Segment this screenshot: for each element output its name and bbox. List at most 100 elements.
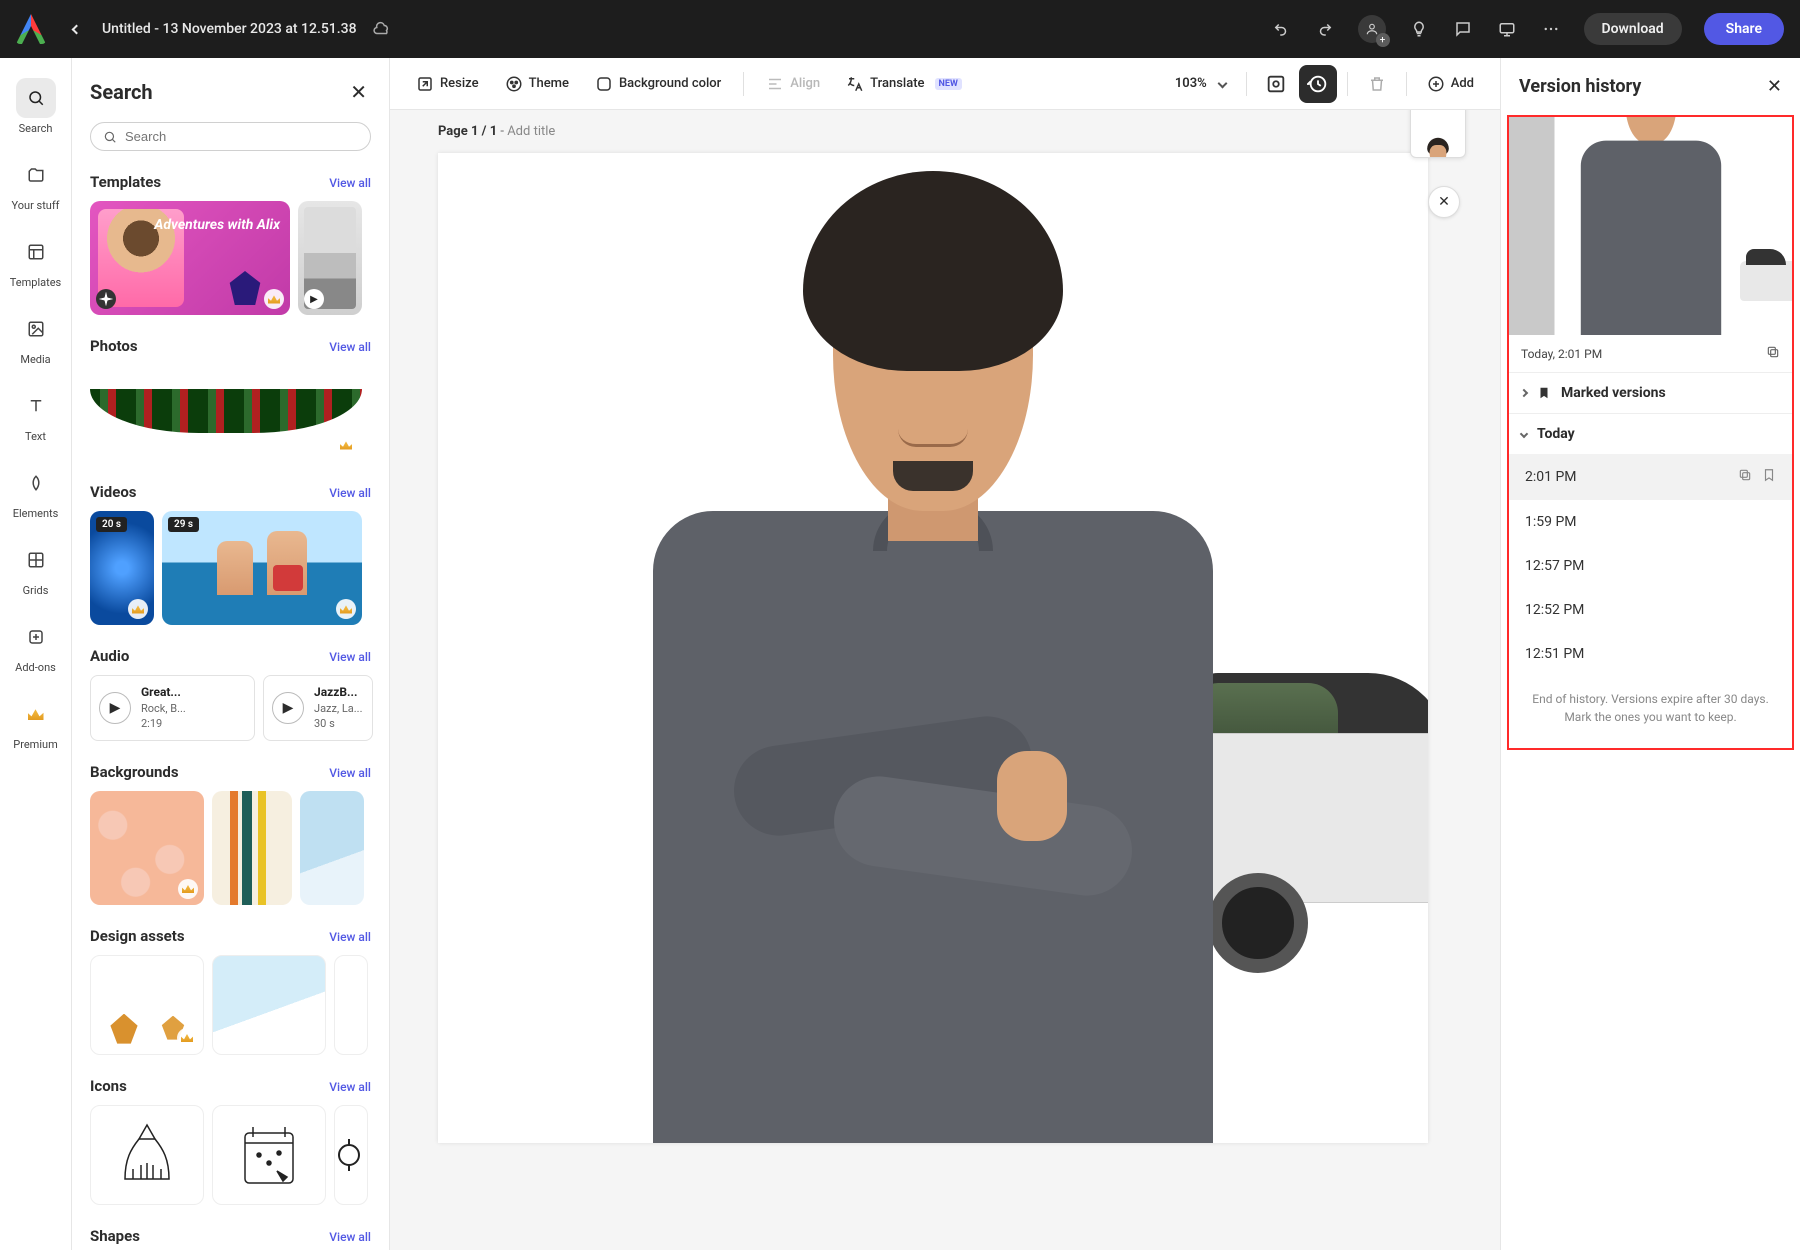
download-button[interactable]: Download — [1584, 13, 1682, 45]
version-item[interactable]: 12:57 PM — [1509, 544, 1792, 588]
copy-icon[interactable] — [1766, 345, 1780, 362]
video-duration: 29 s — [168, 517, 199, 532]
rail-label: Media — [20, 353, 50, 366]
canvas-page[interactable] — [438, 153, 1428, 1143]
viewall-shapes[interactable]: View all — [329, 1230, 371, 1244]
bgcolor-button[interactable]: Background color — [585, 69, 731, 99]
page-mini-thumb[interactable] — [1410, 110, 1466, 158]
ideas-icon[interactable] — [1408, 18, 1430, 40]
version-history-button[interactable] — [1299, 65, 1337, 103]
premium-icon — [264, 289, 284, 309]
viewall-templates[interactable]: View all — [329, 176, 371, 190]
play-icon: ▶ — [304, 289, 324, 309]
translate-button[interactable]: TranslateNEW — [836, 69, 972, 99]
viewall-icons[interactable]: View all — [329, 1080, 371, 1094]
bg-thumb-2[interactable] — [212, 791, 292, 905]
page-number: Page 1 / 1 — [438, 124, 497, 139]
undo-button[interactable] — [1270, 18, 1292, 40]
document-title[interactable]: Untitled - 13 November 2023 at 12.51.38 — [102, 21, 357, 37]
zoom-dropdown[interactable]: 103% — [1165, 70, 1236, 97]
rail-label: Premium — [13, 738, 57, 751]
present-icon[interactable] — [1496, 18, 1518, 40]
rail-grids[interactable]: Grids — [0, 530, 71, 607]
more-menu[interactable] — [1540, 18, 1562, 40]
rail-your-stuff[interactable]: Your stuff — [0, 145, 71, 222]
bg-thumb-1[interactable] — [90, 791, 204, 905]
video-duration: 20 s — [96, 517, 127, 532]
cloud-sync-icon[interactable] — [371, 18, 393, 40]
rail-templates[interactable]: Templates — [0, 222, 71, 299]
layers-button[interactable] — [1257, 65, 1295, 103]
rail-media[interactable]: Media — [0, 299, 71, 376]
theme-button[interactable]: Theme — [495, 69, 579, 99]
page-title-row[interactable]: Page 1 / 1 - Add title — [390, 110, 1500, 153]
template-thumb-2[interactable]: ▶ — [298, 201, 362, 315]
close-version-panel[interactable]: ✕ — [1767, 76, 1782, 97]
add-title[interactable]: Add title — [507, 124, 555, 139]
search-input[interactable] — [125, 129, 358, 144]
version-item[interactable]: 12:52 PM — [1509, 588, 1792, 632]
share-button[interactable]: Share — [1704, 13, 1784, 45]
icon-thumb-2[interactable] — [212, 1105, 326, 1205]
bookmark-icon — [1537, 386, 1551, 400]
today-header[interactable]: Today — [1509, 414, 1792, 454]
video-thumb-2[interactable]: 29 s — [162, 511, 362, 625]
bg-thumb-3[interactable] — [300, 791, 364, 905]
audio-duration: 2:19 — [141, 716, 186, 731]
video-thumb-1[interactable]: 20 s — [90, 511, 154, 625]
template-thumb-1[interactable]: Adventures with Alix — [90, 201, 290, 315]
back-button[interactable] — [62, 15, 90, 43]
invite-people-button[interactable] — [1358, 15, 1386, 43]
asset-thumb-2[interactable] — [212, 955, 326, 1055]
copy-icon[interactable] — [1738, 468, 1752, 486]
play-button[interactable]: ▶ — [272, 692, 304, 724]
rail-search[interactable]: Search — [0, 68, 71, 145]
add-page-button[interactable]: Add — [1417, 69, 1484, 99]
version-thumb[interactable] — [1509, 117, 1792, 335]
photo-thumb-1[interactable] — [90, 365, 362, 461]
section-photos: Photos — [90, 337, 138, 355]
rail-premium[interactable]: Premium — [0, 684, 71, 761]
audio-card-2[interactable]: ▶ JazzB... Jazz, La... 30 s — [263, 675, 373, 741]
icon-thumb-3[interactable] — [334, 1105, 368, 1205]
close-floating[interactable]: ✕ — [1428, 186, 1460, 218]
version-highlight: Today, 2:01 PM Marked versions Today 2:0… — [1507, 115, 1794, 750]
search-panel: Search ✕ TemplatesView all Adventures wi… — [72, 58, 390, 1250]
top-bar: Untitled - 13 November 2023 at 12.51.38 … — [0, 0, 1800, 58]
redo-button[interactable] — [1314, 18, 1336, 40]
viewall-photos[interactable]: View all — [329, 340, 371, 354]
crown-icon — [28, 708, 44, 720]
play-button[interactable]: ▶ — [99, 692, 131, 724]
version-item[interactable]: 12:51 PM — [1509, 632, 1792, 676]
viewall-backgrounds[interactable]: View all — [329, 766, 371, 780]
icon-thumb-1[interactable] — [90, 1105, 204, 1205]
comment-icon[interactable] — [1452, 18, 1474, 40]
new-badge: NEW — [935, 78, 962, 90]
search-input-wrap[interactable] — [90, 122, 371, 151]
marked-versions[interactable]: Marked versions — [1509, 372, 1792, 414]
audio-title: Great... — [141, 684, 186, 701]
audio-genre: Jazz, La... — [314, 701, 362, 716]
rail-text[interactable]: Text — [0, 376, 71, 453]
viewall-audio[interactable]: View all — [329, 650, 371, 664]
rail-elements[interactable]: Elements — [0, 453, 71, 530]
align-button: Align — [756, 69, 830, 99]
left-rail: Search Your stuff Templates Media Text E… — [0, 58, 72, 1250]
version-item[interactable]: 1:59 PM — [1509, 500, 1792, 544]
resize-button[interactable]: Resize — [406, 69, 489, 99]
version-item[interactable]: 2:01 PM — [1509, 454, 1792, 500]
viewall-videos[interactable]: View all — [329, 486, 371, 500]
asset-thumb-3[interactable] — [334, 955, 368, 1055]
premium-icon — [128, 599, 148, 619]
close-search-panel[interactable]: ✕ — [346, 76, 371, 108]
section-backgrounds: Backgrounds — [90, 763, 179, 781]
page-scroll[interactable]: Page 1 / 1 - Add title ✕ — [390, 110, 1500, 1250]
top-actions: Download Share — [1270, 13, 1785, 45]
rail-addons[interactable]: Add-ons — [0, 607, 71, 684]
version-footer: End of history. Versions expire after 30… — [1509, 676, 1792, 740]
rail-label: Elements — [13, 507, 59, 520]
bookmark-icon[interactable] — [1762, 468, 1776, 486]
viewall-design-assets[interactable]: View all — [329, 930, 371, 944]
asset-thumb-1[interactable] — [90, 955, 204, 1055]
audio-card-1[interactable]: ▶ Great... Rock, B... 2:19 — [90, 675, 255, 741]
